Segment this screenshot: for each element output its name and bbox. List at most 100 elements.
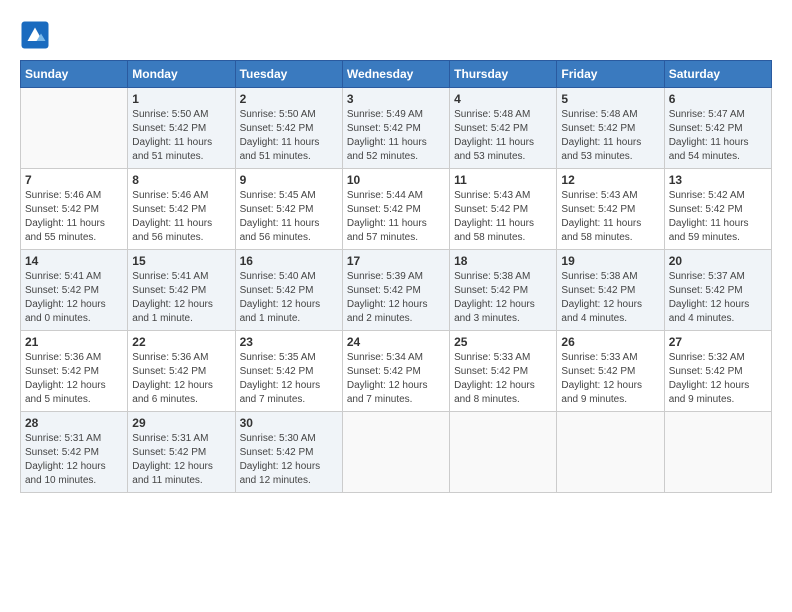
day-info: Sunrise: 5:41 AMSunset: 5:42 PMDaylight:…: [132, 270, 230, 326]
day-number: 19: [561, 254, 659, 268]
calendar-day-cell: 1 Sunrise: 5:50 AMSunset: 5:42 PMDaylight…: [128, 88, 235, 169]
calendar-day-cell: 26Sunrise: 5:33 AMSunset: 5:42 PMDayligh…: [557, 331, 664, 412]
calendar-day-cell: 13 Sunrise: 5:42 AMSunset: 5:42 PMDayligh…: [664, 169, 771, 250]
day-info: Sunrise: 5:47 AMSunset: 5:42 PMDaylight:…: [669, 108, 767, 164]
day-number: 6: [669, 92, 767, 106]
day-info: Sunrise: 5:46 AMSunset: 5:42 PMDaylight:…: [25, 189, 123, 245]
calendar-day-cell: 18 Sunrise: 5:38 AMSunset: 5:42 PMDayligh…: [450, 250, 557, 331]
day-info: Sunrise: 5:42 AMSunset: 5:42 PMDaylight:…: [669, 189, 767, 245]
logo-icon: [20, 20, 50, 50]
calendar-day-cell: 30Sunrise: 5:30 AMSunset: 5:42 PMDayligh…: [235, 412, 342, 493]
calendar-day-cell: 17 Sunrise: 5:39 AMSunset: 5:42 PMDayligh…: [342, 250, 449, 331]
calendar-day-cell: 20 Sunrise: 5:37 AMSunset: 5:42 PMDayligh…: [664, 250, 771, 331]
calendar-day-cell: 21Sunrise: 5:36 AMSunset: 5:42 PMDayligh…: [21, 331, 128, 412]
calendar-day-cell: 12 Sunrise: 5:43 AMSunset: 5:42 PMDayligh…: [557, 169, 664, 250]
calendar-day-cell: 16Sunrise: 5:40 AMSunset: 5:42 PMDayligh…: [235, 250, 342, 331]
calendar-week-row: 21 Sunrise: 5:36 AMSunset: 5:42 PMDayligh…: [21, 331, 772, 412]
calendar-week-row: 28 Sunrise: 5:31 AMSunset: 5:42 PMDayligh…: [21, 412, 772, 493]
day-number: 28: [25, 416, 123, 430]
day-number: 8: [132, 173, 230, 187]
calendar-day-cell: 11Sunrise: 5:43 AMSunset: 5:42 PMDayligh…: [450, 169, 557, 250]
calendar-day-cell: 8 Sunrise: 5:46 AMSunset: 5:42 PMDaylight…: [128, 169, 235, 250]
calendar-header-row: SundayMondayTuesdayWednesdayThursdayFrid…: [21, 61, 772, 88]
calendar-day-header: Friday: [557, 61, 664, 88]
calendar-week-row: 7 Sunrise: 5:46 AMSunset: 5:42 PMDaylight…: [21, 169, 772, 250]
calendar-day-cell: 10 Sunrise: 5:44 AMSunset: 5:42 PMDayligh…: [342, 169, 449, 250]
day-number: 1: [132, 92, 230, 106]
day-info: Sunrise: 5:50 AMSunset: 5:42 PMDaylight:…: [240, 108, 338, 164]
day-number: 20: [669, 254, 767, 268]
day-number: 3: [347, 92, 445, 106]
calendar-day-cell: 27 Sunrise: 5:32 AMSunset: 5:42 PMDayligh…: [664, 331, 771, 412]
day-info: Sunrise: 5:30 AMSunset: 5:42 PMDaylight:…: [240, 432, 338, 488]
day-number: 24: [347, 335, 445, 349]
calendar-day-cell: 14Sunrise: 5:41 AMSunset: 5:42 PMDayligh…: [21, 250, 128, 331]
day-number: 2: [240, 92, 338, 106]
day-info: Sunrise: 5:44 AMSunset: 5:42 PMDaylight:…: [347, 189, 445, 245]
day-number: 10: [347, 173, 445, 187]
calendar-day-cell: 15 Sunrise: 5:41 AMSunset: 5:42 PMDayligh…: [128, 250, 235, 331]
calendar-day-cell: 24 Sunrise: 5:34 AMSunset: 5:42 PMDayligh…: [342, 331, 449, 412]
day-number: 21: [25, 335, 123, 349]
calendar-day-header: Wednesday: [342, 61, 449, 88]
day-info: Sunrise: 5:50 AMSunset: 5:42 PMDaylight:…: [132, 108, 230, 164]
day-info: Sunrise: 5:49 AMSunset: 5:42 PMDaylight:…: [347, 108, 445, 164]
calendar-day-header: Saturday: [664, 61, 771, 88]
day-number: 27: [669, 335, 767, 349]
day-info: Sunrise: 5:46 AMSunset: 5:42 PMDaylight:…: [132, 189, 230, 245]
calendar-week-row: 14Sunrise: 5:41 AMSunset: 5:42 PMDayligh…: [21, 250, 772, 331]
day-info: Sunrise: 5:32 AMSunset: 5:42 PMDaylight:…: [669, 351, 767, 407]
calendar-day-cell: 2 Sunrise: 5:50 AMSunset: 5:42 PMDaylight…: [235, 88, 342, 169]
calendar-day-cell: 29 Sunrise: 5:31 AMSunset: 5:42 PMDayligh…: [128, 412, 235, 493]
day-number: 29: [132, 416, 230, 430]
calendar-day-header: Sunday: [21, 61, 128, 88]
day-info: Sunrise: 5:31 AMSunset: 5:42 PMDaylight:…: [25, 432, 123, 488]
day-number: 26: [561, 335, 659, 349]
day-info: Sunrise: 5:48 AMSunset: 5:42 PMDaylight:…: [454, 108, 552, 164]
calendar-table: SundayMondayTuesdayWednesdayThursdayFrid…: [20, 60, 772, 493]
day-info: Sunrise: 5:34 AMSunset: 5:42 PMDaylight:…: [347, 351, 445, 407]
day-number: 15: [132, 254, 230, 268]
day-info: Sunrise: 5:36 AMSunset: 5:42 PMDaylight:…: [132, 351, 230, 407]
day-info: Sunrise: 5:45 AMSunset: 5:42 PMDaylight:…: [240, 189, 338, 245]
calendar-day-header: Tuesday: [235, 61, 342, 88]
day-info: Sunrise: 5:33 AMSunset: 5:42 PMDaylight:…: [454, 351, 552, 407]
calendar-day-cell: 23 Sunrise: 5:35 AMSunset: 5:42 PMDayligh…: [235, 331, 342, 412]
calendar-day-cell: [450, 412, 557, 493]
day-number: 25: [454, 335, 552, 349]
calendar-day-cell: 22 Sunrise: 5:36 AMSunset: 5:42 PMDayligh…: [128, 331, 235, 412]
calendar-day-cell: 5 Sunrise: 5:48 AMSunset: 5:42 PMDaylight…: [557, 88, 664, 169]
day-info: Sunrise: 5:37 AMSunset: 5:42 PMDaylight:…: [669, 270, 767, 326]
calendar-week-row: 1 Sunrise: 5:50 AMSunset: 5:42 PMDaylight…: [21, 88, 772, 169]
calendar-day-cell: [557, 412, 664, 493]
day-number: 22: [132, 335, 230, 349]
calendar-day-cell: 28 Sunrise: 5:31 AMSunset: 5:42 PMDayligh…: [21, 412, 128, 493]
day-number: 13: [669, 173, 767, 187]
day-info: Sunrise: 5:35 AMSunset: 5:42 PMDaylight:…: [240, 351, 338, 407]
day-info: Sunrise: 5:43 AMSunset: 5:42 PMDaylight:…: [561, 189, 659, 245]
calendar-day-cell: 9Sunrise: 5:45 AMSunset: 5:42 PMDaylight…: [235, 169, 342, 250]
calendar-day-cell: 4Sunrise: 5:48 AMSunset: 5:42 PMDaylight…: [450, 88, 557, 169]
day-number: 23: [240, 335, 338, 349]
day-number: 18: [454, 254, 552, 268]
day-info: Sunrise: 5:40 AMSunset: 5:42 PMDaylight:…: [240, 270, 338, 326]
day-number: 17: [347, 254, 445, 268]
logo: [20, 20, 54, 50]
day-number: 11: [454, 173, 552, 187]
day-info: Sunrise: 5:38 AMSunset: 5:42 PMDaylight:…: [561, 270, 659, 326]
calendar-day-cell: 7 Sunrise: 5:46 AMSunset: 5:42 PMDaylight…: [21, 169, 128, 250]
day-number: 5: [561, 92, 659, 106]
calendar-day-cell: 3 Sunrise: 5:49 AMSunset: 5:42 PMDaylight…: [342, 88, 449, 169]
day-info: Sunrise: 5:38 AMSunset: 5:42 PMDaylight:…: [454, 270, 552, 326]
calendar-day-header: Thursday: [450, 61, 557, 88]
day-info: Sunrise: 5:39 AMSunset: 5:42 PMDaylight:…: [347, 270, 445, 326]
calendar-day-cell: [21, 88, 128, 169]
calendar-day-cell: 25 Sunrise: 5:33 AMSunset: 5:42 PMDayligh…: [450, 331, 557, 412]
day-number: 7: [25, 173, 123, 187]
day-info: Sunrise: 5:41 AMSunset: 5:42 PMDaylight:…: [25, 270, 123, 326]
day-info: Sunrise: 5:31 AMSunset: 5:42 PMDaylight:…: [132, 432, 230, 488]
calendar-day-cell: [342, 412, 449, 493]
calendar-day-cell: 6 Sunrise: 5:47 AMSunset: 5:42 PMDaylight…: [664, 88, 771, 169]
day-info: Sunrise: 5:48 AMSunset: 5:42 PMDaylight:…: [561, 108, 659, 164]
day-number: 12: [561, 173, 659, 187]
